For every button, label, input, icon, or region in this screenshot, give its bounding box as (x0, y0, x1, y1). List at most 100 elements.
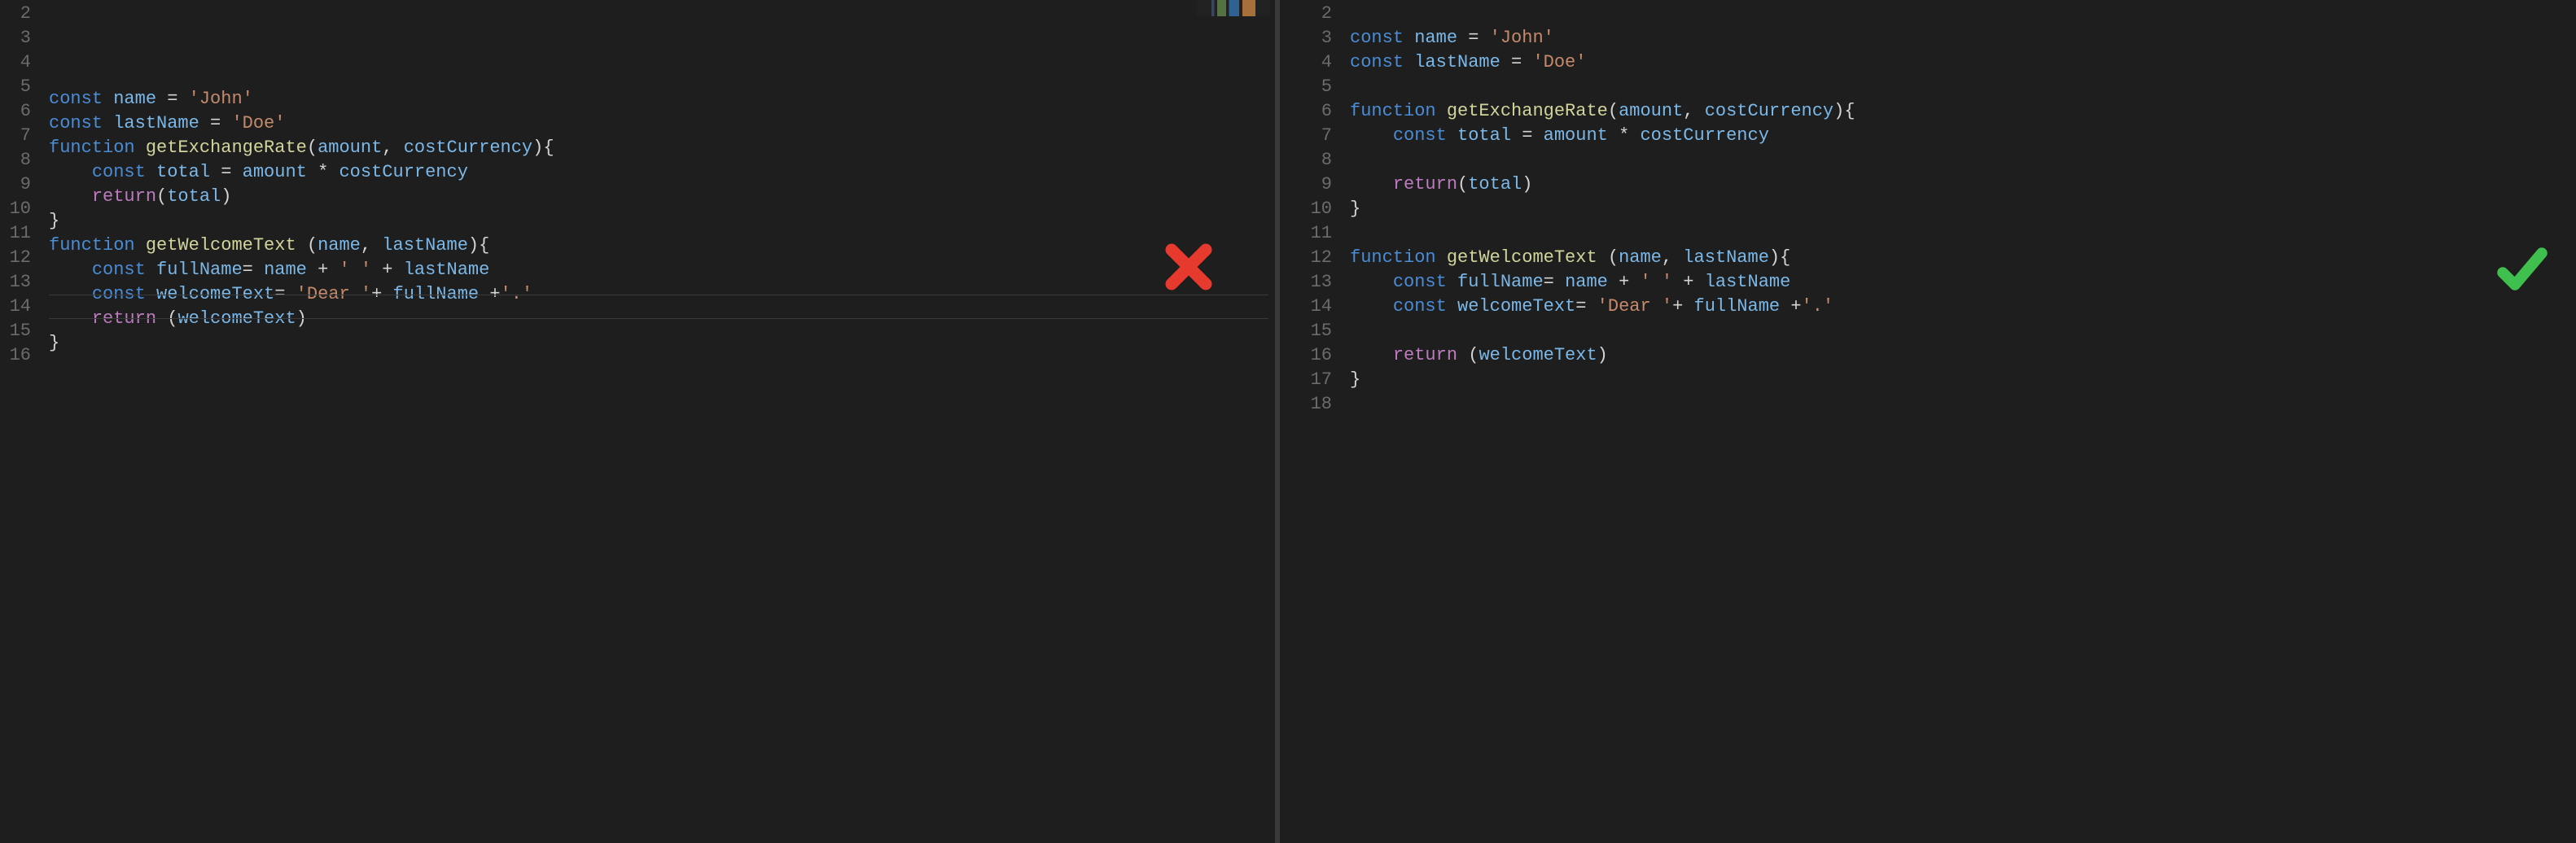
code-line[interactable]: const lastName = 'Doe' (49, 111, 1275, 136)
code-line[interactable]: } (49, 331, 1275, 356)
token-pun: , (1683, 101, 1704, 121)
code-line[interactable] (1350, 75, 2576, 99)
code-line[interactable] (1350, 392, 2576, 417)
token-var: fullName (1457, 272, 1544, 292)
token-op: + (318, 260, 339, 280)
token-op: = (210, 113, 231, 133)
line-number: 8 (1301, 148, 1350, 173)
line-number: 15 (1301, 319, 1350, 343)
code-line[interactable] (49, 356, 1275, 380)
line-number: 16 (0, 343, 49, 368)
token-var: total (167, 186, 221, 207)
line-number: 3 (0, 26, 49, 50)
token-str: ' ' (339, 260, 382, 280)
code-line[interactable]: return(total) (49, 185, 1275, 209)
token-op: = (221, 162, 242, 182)
line-number: 10 (0, 197, 49, 221)
token-op: + (382, 260, 403, 280)
code-line[interactable]: } (1350, 368, 2576, 392)
code-area[interactable]: const name = 'John'const lastName = 'Doe… (1350, 0, 2576, 843)
token-var: welcomeText (156, 284, 274, 304)
token-op: = (1522, 125, 1543, 146)
line-number: 9 (1301, 173, 1350, 197)
token-op: = (274, 284, 296, 304)
line-number: 11 (1301, 221, 1350, 246)
code-line[interactable]: return(total) (1350, 173, 2576, 197)
token-var: total (1457, 125, 1522, 146)
token-pun: , (1662, 247, 1683, 268)
code-line[interactable] (49, 380, 1275, 404)
token-str: 'Doe' (1532, 52, 1586, 72)
line-number: 6 (1301, 99, 1350, 124)
token-kw: const (1393, 272, 1457, 292)
code-line[interactable] (1350, 319, 2576, 343)
line-number: 11 (0, 221, 49, 246)
token-pun: ) (1597, 345, 1608, 365)
code-line[interactable]: const lastName = 'Doe' (1350, 50, 2576, 75)
code-line[interactable]: const total = amount * costCurrency (1350, 124, 2576, 148)
code-line[interactable]: function getExchangeRate(amount, costCur… (1350, 99, 2576, 124)
token-pun: ) (1522, 174, 1532, 194)
code-line[interactable] (1350, 2, 2576, 26)
code-line[interactable]: const total = amount * costCurrency (49, 160, 1275, 185)
code-line[interactable]: function getExchangeRate(amount, costCur… (49, 136, 1275, 160)
code-line[interactable]: const welcomeText= 'Dear '+ fullName +'.… (1350, 295, 2576, 319)
code-line[interactable] (49, 63, 1275, 87)
code-area[interactable]: const name = 'John'const lastName = 'Doe… (49, 0, 1275, 843)
token-pun: , (382, 138, 403, 158)
token-pun (1350, 345, 1393, 365)
code-line[interactable]: } (1350, 197, 2576, 221)
token-op: = (1575, 296, 1597, 317)
line-number: 3 (1301, 26, 1350, 50)
editor-panel-right[interactable]: 23456789101112131415161718 const name = … (1301, 0, 2576, 843)
code-line[interactable]: const fullName= name + ' ' + lastName (49, 258, 1275, 282)
code-line[interactable]: const welcomeText= 'Dear '+ fullName +'.… (49, 282, 1275, 307)
editor-panel-left[interactable]: 2345678910111213141516 const name = 'Joh… (0, 0, 1275, 843)
line-number-gutter: 23456789101112131415161718 (1301, 0, 1350, 843)
token-var: welcomeText (177, 308, 296, 329)
token-pun: { (1780, 247, 1790, 268)
token-str: 'Dear ' (1597, 296, 1672, 317)
token-pun: ) (1833, 101, 1844, 121)
token-var: fullName (1694, 296, 1791, 317)
token-pun (1350, 125, 1393, 146)
code-line[interactable] (1350, 221, 2576, 246)
line-number: 7 (1301, 124, 1350, 148)
token-pun (1350, 272, 1393, 292)
line-number: 13 (0, 270, 49, 295)
token-pun: } (49, 333, 59, 353)
token-pun (1350, 296, 1393, 317)
line-number: 5 (0, 75, 49, 99)
code-line[interactable]: function getWelcomeText (name, lastName)… (1350, 246, 2576, 270)
code-line[interactable]: return (welcomeText) (49, 307, 1275, 331)
token-kw: const (49, 113, 113, 133)
code-line[interactable]: const name = 'John' (49, 87, 1275, 111)
code-line[interactable] (1350, 148, 2576, 173)
code-line[interactable]: const fullName= name + ' ' + lastName (1350, 270, 2576, 295)
code-line[interactable] (49, 404, 1275, 429)
code-line[interactable]: return (welcomeText) (1350, 343, 2576, 368)
token-var: welcomeText (1457, 296, 1575, 317)
code-line[interactable]: const name = 'John' (1350, 26, 2576, 50)
token-kw: const (1350, 28, 1414, 48)
token-var: lastName (382, 235, 468, 256)
token-fn: getExchangeRate (1447, 101, 1608, 121)
token-pun: ) (221, 186, 231, 207)
token-op: = (1511, 52, 1532, 72)
token-pun: { (479, 235, 489, 256)
token-op: + (371, 284, 392, 304)
token-kw: const (1393, 296, 1457, 317)
token-pun: } (1350, 369, 1360, 390)
token-op: = (243, 260, 264, 280)
code-line[interactable]: function getWelcomeText (name, lastName)… (49, 234, 1275, 258)
editor-side-by-side: 2345678910111213141516 const name = 'Joh… (0, 0, 2576, 843)
token-var: name (1565, 272, 1619, 292)
token-var: lastName (113, 113, 210, 133)
minimap[interactable] (1197, 0, 1270, 16)
token-pun: ( (1608, 247, 1619, 268)
token-kw: const (1393, 125, 1457, 146)
code-line[interactable]: } (49, 209, 1275, 234)
token-op: = (167, 89, 188, 109)
line-number: 12 (0, 246, 49, 270)
line-number: 16 (1301, 343, 1350, 368)
